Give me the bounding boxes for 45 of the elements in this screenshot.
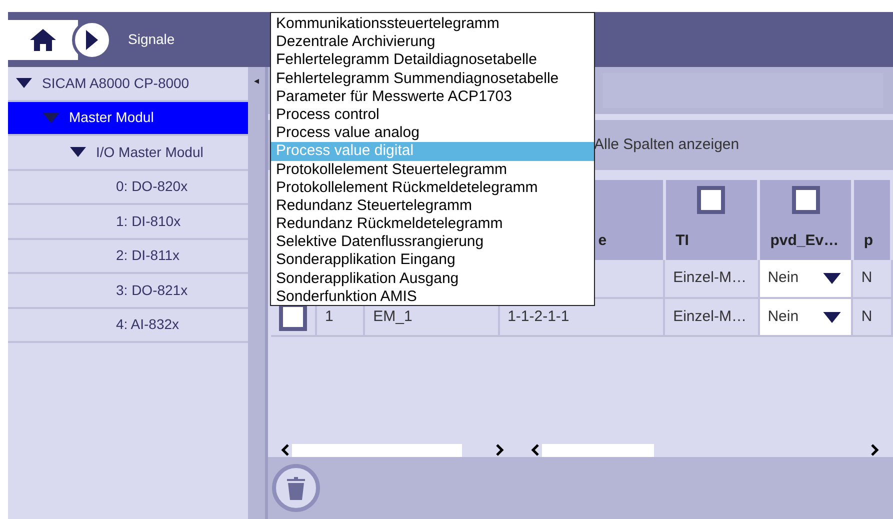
dropdown-option[interactable]: Fehlertelegramm Detaildiagnosetabelle	[271, 51, 594, 70]
scroll-right-icon[interactable]	[870, 444, 880, 456]
table-cell: Einzel-M…	[664, 298, 759, 336]
dropdown-option[interactable]: Redundanz Rückmeldetelegramm	[271, 215, 594, 234]
table-cell: N	[852, 260, 892, 298]
page-title: Signale	[128, 30, 175, 49]
show-all-columns-label[interactable]: Alle Spalten anzeigen	[594, 134, 740, 156]
dropdown-field[interactable]: Nein	[758, 298, 852, 336]
table-cell: N	[852, 298, 892, 336]
play-icon	[86, 30, 98, 50]
dropdown-option[interactable]: Redundanz Steuertelegramm	[271, 196, 594, 216]
dropdown-option[interactable]: Dezentrale Archivierung	[271, 33, 594, 52]
scroll-right-icon[interactable]	[495, 444, 505, 456]
scrollbar-thumb[interactable]	[542, 444, 654, 456]
collapse-button[interactable]: ◂	[254, 75, 259, 89]
trash-icon	[287, 476, 305, 500]
dropdown-option[interactable]: Selektive Datenflussrangierung	[271, 233, 594, 252]
dropdown-option[interactable]: Kommunikationssteuertelegramm	[271, 15, 594, 34]
column-label: pvd_Ev…	[769, 231, 840, 251]
scroll-left-icon[interactable]	[280, 444, 290, 456]
header-checkbox[interactable]	[792, 186, 820, 214]
dropdown-option[interactable]: Sonderapplikation Ausgang	[271, 270, 594, 288]
caret-down-icon	[821, 312, 844, 322]
scrollbar-thumb[interactable]	[292, 444, 462, 456]
dropdown-option[interactable]: Protokollelement Steuertelegramm	[271, 160, 594, 179]
tree-item[interactable]: Master Modul	[8, 102, 248, 136]
dropdown-option[interactable]: Process value analog	[271, 124, 594, 142]
home-icon	[30, 28, 56, 50]
caret-down-icon[interactable]	[70, 147, 86, 158]
home-button[interactable]	[8, 20, 78, 60]
dropdown-option[interactable]: Process control	[271, 106, 594, 124]
column-label: p	[862, 231, 874, 251]
column-label: TI	[674, 231, 690, 251]
header-checkbox[interactable]	[697, 186, 726, 214]
scroll-left-icon[interactable]	[530, 444, 540, 456]
column-label: e	[597, 231, 608, 251]
dropdown-field[interactable]: Nein	[758, 260, 852, 298]
dropdown-option[interactable]: Fehlertelegramm Summendiagnosetabelle	[271, 70, 594, 88]
caret-down-icon	[821, 273, 844, 284]
caret-down-icon[interactable]	[16, 78, 32, 88]
dropdown-option[interactable]: Protokollelement Rückmeldetelegramm	[271, 178, 594, 197]
dropdown-option[interactable]: Sonderapplikation Eingang	[271, 251, 594, 270]
dropdown-option[interactable]: Parameter für Messwerte ACP1703	[271, 88, 594, 106]
table-cell: Einzel-M…	[664, 260, 759, 298]
delete-button[interactable]	[272, 464, 320, 512]
